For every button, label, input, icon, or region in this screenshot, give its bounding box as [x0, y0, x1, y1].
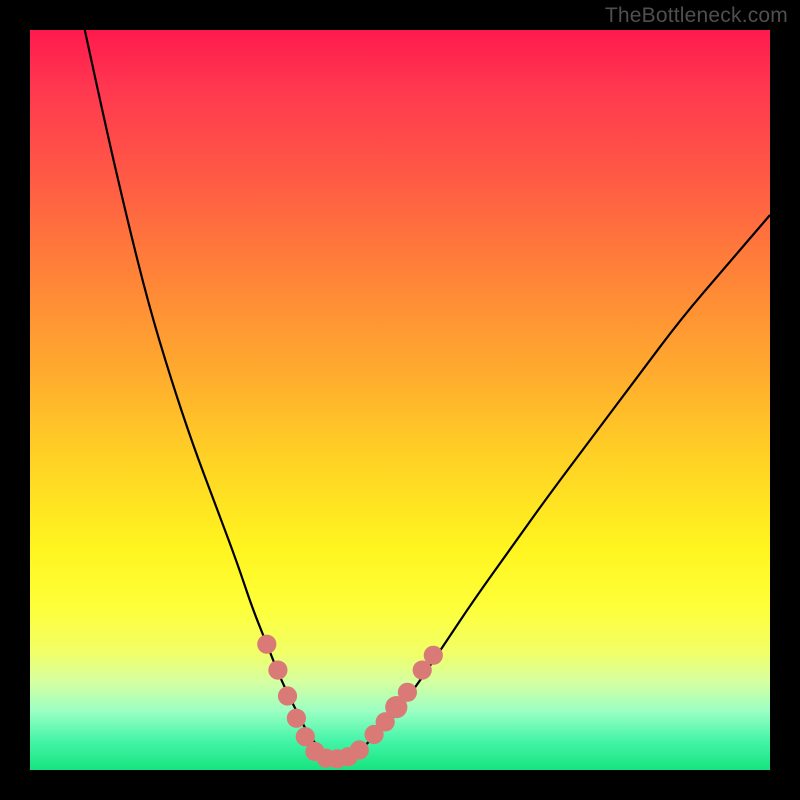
- marker-right-4: [398, 683, 417, 702]
- markers-group: [257, 635, 443, 769]
- chart-svg: [30, 30, 770, 770]
- marker-left-1: [257, 635, 276, 654]
- marker-left-4: [287, 709, 306, 728]
- marker-bottom-5: [350, 740, 369, 759]
- marker-right-6: [424, 646, 443, 665]
- chart-frame: TheBottleneck.com: [0, 0, 800, 800]
- watermark-text: TheBottleneck.com: [605, 4, 788, 28]
- marker-left-3: [278, 686, 297, 705]
- chart-plot-area: [30, 30, 770, 770]
- marker-left-2: [268, 661, 287, 680]
